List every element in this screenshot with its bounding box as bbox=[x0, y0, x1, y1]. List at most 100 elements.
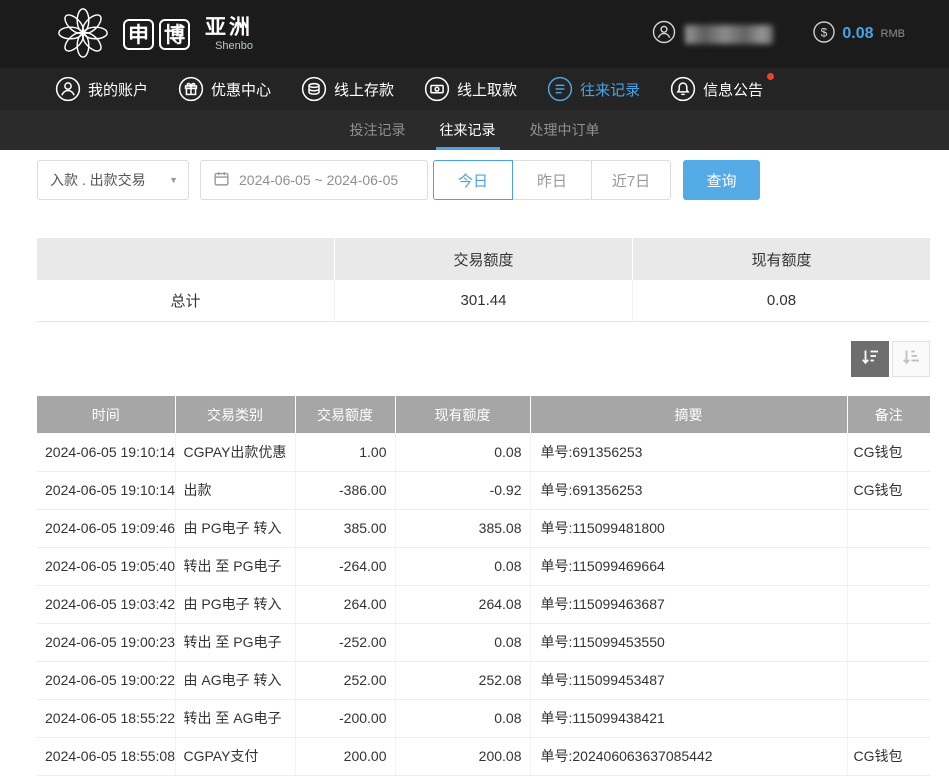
subtab-pending-orders[interactable]: 处理中订单 bbox=[513, 110, 617, 150]
filter-bar: 入款 . 出款交易 ▼ 2024-06-05 ~ 2024-06-05 今日昨日… bbox=[37, 160, 930, 200]
cell-balance: 252.08 bbox=[395, 661, 530, 699]
logo-region: 亚洲 bbox=[205, 16, 253, 40]
user-account-chip[interactable] bbox=[652, 20, 773, 49]
col-header-summary: 摘要 bbox=[530, 396, 847, 433]
cell-time: 2024-06-05 19:09:46 bbox=[37, 509, 175, 547]
query-button[interactable]: 查询 bbox=[683, 160, 760, 200]
table-row: 2024-06-05 19:05:40转出 至 PG电子-264.000.08单… bbox=[37, 547, 930, 585]
notice-icon bbox=[670, 76, 696, 102]
cell-time: 2024-06-05 18:55:22 bbox=[37, 699, 175, 737]
date-range-value: 2024-06-05 ~ 2024-06-05 bbox=[239, 172, 398, 188]
summary-transaction-total: 301.44 bbox=[335, 280, 633, 321]
cell-summary: 单号:115099469664 bbox=[530, 547, 847, 585]
cell-type: 转出 至 AG电子 bbox=[175, 699, 295, 737]
cell-amount: -200.00 bbox=[295, 699, 395, 737]
table-row: 2024-06-05 19:10:14CGPAY出款优惠1.000.08单号:6… bbox=[37, 433, 930, 471]
cell-time: 2024-06-05 19:10:14 bbox=[37, 433, 175, 471]
cell-remark bbox=[847, 699, 930, 737]
cell-remark bbox=[847, 623, 930, 661]
cell-summary: 单号:115099453550 bbox=[530, 623, 847, 661]
lotus-flower-icon bbox=[56, 5, 110, 64]
table-row: 2024-06-05 19:10:14出款-386.00-0.92单号:6913… bbox=[37, 471, 930, 509]
table-row: 2024-06-05 19:03:42由 PG电子 转入264.00264.08… bbox=[37, 585, 930, 623]
cell-amount: 264.00 bbox=[295, 585, 395, 623]
content: 入款 . 出款交易 ▼ 2024-06-05 ~ 2024-06-05 今日昨日… bbox=[0, 160, 949, 776]
username-blurred bbox=[685, 25, 773, 44]
cell-remark bbox=[847, 661, 930, 699]
cell-balance: 0.08 bbox=[395, 433, 530, 471]
account-icon bbox=[55, 76, 81, 102]
nav-announcements[interactable]: 信息公告 bbox=[655, 68, 778, 110]
date-range-input[interactable]: 2024-06-05 ~ 2024-06-05 bbox=[200, 160, 428, 200]
cell-amount: 200.00 bbox=[295, 737, 395, 775]
cell-balance: -0.92 bbox=[395, 471, 530, 509]
cell-summary: 单号:115099481800 bbox=[530, 509, 847, 547]
summary-header-current: 现有额度 bbox=[633, 238, 930, 280]
quick-filter-today[interactable]: 今日 bbox=[433, 160, 513, 200]
quick-date-group: 今日昨日近7日 bbox=[433, 160, 671, 200]
cell-summary: 单号:115099438421 bbox=[530, 699, 847, 737]
logo-characters: 申 博 bbox=[123, 19, 190, 50]
cell-type: 由 PG电子 转入 bbox=[175, 585, 295, 623]
sort-ascending-button[interactable] bbox=[892, 341, 930, 377]
nav-label: 我的账户 bbox=[88, 79, 148, 100]
nav-my-account[interactable]: 我的账户 bbox=[40, 68, 163, 110]
cell-remark bbox=[847, 585, 930, 623]
deposit-icon bbox=[301, 76, 327, 102]
sort-descending-button[interactable] bbox=[851, 341, 889, 377]
cell-time: 2024-06-05 19:05:40 bbox=[37, 547, 175, 585]
records-icon bbox=[547, 76, 573, 102]
table-row: 2024-06-05 19:00:23转出 至 PG电子-252.000.08单… bbox=[37, 623, 930, 661]
quick-filter-yesterday[interactable]: 昨日 bbox=[512, 160, 592, 200]
logo-region-block: 亚洲 Shenbo bbox=[205, 16, 253, 51]
cell-type: 出款 bbox=[175, 471, 295, 509]
col-header-amount: 交易额度 bbox=[295, 396, 395, 433]
cell-type: 转出 至 PG电子 bbox=[175, 547, 295, 585]
cell-amount: -264.00 bbox=[295, 547, 395, 585]
cell-balance: 0.08 bbox=[395, 547, 530, 585]
nav-promotions[interactable]: 优惠中心 bbox=[163, 68, 286, 110]
calendar-icon bbox=[213, 170, 230, 190]
topbar-right: $ 0.08 RMB bbox=[652, 20, 905, 49]
cell-time: 2024-06-05 19:10:14 bbox=[37, 471, 175, 509]
summary-header-blank bbox=[37, 238, 335, 280]
cell-balance: 385.08 bbox=[395, 509, 530, 547]
brand-logo[interactable]: 申 博 亚洲 Shenbo bbox=[56, 5, 253, 64]
table-row: 2024-06-05 18:55:22转出 至 AG电子-200.000.08单… bbox=[37, 699, 930, 737]
cell-type: CGPAY出款优惠 bbox=[175, 433, 295, 471]
nav-online-deposit[interactable]: 线上存款 bbox=[286, 68, 409, 110]
sort-controls bbox=[37, 341, 930, 377]
cell-balance: 0.08 bbox=[395, 699, 530, 737]
cell-balance: 200.08 bbox=[395, 737, 530, 775]
table-row: 2024-06-05 18:55:08CGPAY支付200.00200.08单号… bbox=[37, 737, 930, 775]
promo-icon bbox=[178, 76, 204, 102]
cell-type: CGPAY支付 bbox=[175, 737, 295, 775]
notification-dot bbox=[767, 73, 774, 80]
transaction-type-value: 入款 . 出款交易 bbox=[50, 170, 146, 190]
records-table: 时间交易类别交易额度现有额度摘要备注 2024-06-05 19:10:14CG… bbox=[37, 396, 930, 776]
quick-filter-last7days[interactable]: 近7日 bbox=[591, 160, 671, 200]
cell-amount: -252.00 bbox=[295, 623, 395, 661]
sort-asc-icon bbox=[901, 347, 921, 372]
cell-time: 2024-06-05 18:55:08 bbox=[37, 737, 175, 775]
cell-time: 2024-06-05 19:00:22 bbox=[37, 661, 175, 699]
cell-amount: 1.00 bbox=[295, 433, 395, 471]
table-row: 2024-06-05 19:09:46由 PG电子 转入385.00385.08… bbox=[37, 509, 930, 547]
logo-char-bo: 博 bbox=[159, 19, 190, 50]
cell-summary: 单号:691356253 bbox=[530, 471, 847, 509]
summary-header-row: 交易额度 现有额度 bbox=[37, 238, 930, 280]
nav-transaction-records[interactable]: 往来记录 bbox=[532, 68, 655, 110]
nav-label: 优惠中心 bbox=[211, 79, 271, 100]
summary-header-transaction: 交易额度 bbox=[335, 238, 633, 280]
cell-remark: CG钱包 bbox=[847, 433, 930, 471]
cell-remark: CG钱包 bbox=[847, 471, 930, 509]
logo-char-shen: 申 bbox=[123, 19, 154, 50]
subtab-transaction-records[interactable]: 往来记录 bbox=[423, 110, 513, 150]
coin-dollar-icon: $ bbox=[813, 21, 835, 48]
transaction-type-select[interactable]: 入款 . 出款交易 ▼ bbox=[37, 160, 189, 200]
subtab-bet-records[interactable]: 投注记录 bbox=[333, 110, 423, 150]
nav-online-withdrawal[interactable]: 线上取款 bbox=[409, 68, 532, 110]
cell-time: 2024-06-05 19:03:42 bbox=[37, 585, 175, 623]
page: 申 博 亚洲 Shenbo bbox=[0, 0, 949, 778]
summary-current-total: 0.08 bbox=[633, 280, 930, 321]
